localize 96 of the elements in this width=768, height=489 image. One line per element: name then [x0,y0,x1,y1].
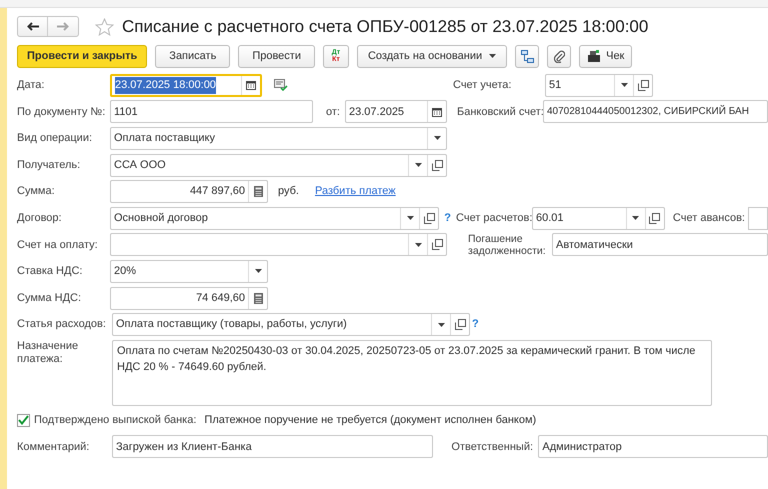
document-check-icon[interactable] [274,79,288,92]
recipient-field[interactable]: ССА ООО [110,154,447,177]
field-label: Вид операции: [17,131,94,146]
dropdown-icon[interactable] [414,242,422,247]
field-value: 74 649,60 [196,290,245,306]
field-label: Сумма НДС: [17,290,82,306]
dropdown-icon[interactable] [438,322,444,327]
checkbox[interactable] [17,414,30,427]
attach-button[interactable] [547,44,572,68]
field-label: Погашение задолженности: [468,232,547,257]
structure-icon [520,50,534,62]
post-and-close-button[interactable]: Провести и закрыть [17,44,148,68]
dropdown-icon[interactable] [632,216,640,220]
cash-register-icon [587,50,602,62]
field-label: Договор: [17,211,63,226]
invoice-field[interactable] [110,233,447,256]
toolbar-button[interactable]: Записать [155,44,230,68]
structure-button[interactable] [515,44,540,68]
amount-field[interactable]: 447 897,60 [110,180,268,204]
open-icon[interactable] [454,319,466,330]
create-based-on-button[interactable]: Создать на основании [356,44,508,68]
open-icon[interactable] [649,212,660,224]
calendar-icon[interactable] [432,106,442,117]
field-label: Банковский счет: [457,104,543,120]
calendar-icon[interactable] [246,80,256,90]
field-value: 60.01 [536,211,564,226]
expense-item-field[interactable]: Оплата поставщику (товары, работы, услуги) [112,313,470,336]
field-value: Оплата поставщику (товары, работы, услуги) [116,317,347,332]
field-value: 1101 [114,104,138,120]
field-value: 20% [114,264,136,280]
paperclip-icon [554,50,565,62]
field-label: По документу №: [17,104,106,120]
field-label: от: [326,104,341,120]
split-payment-link[interactable]: Разбить платеж [314,183,396,200]
dropdown-icon[interactable] [254,269,262,274]
bank-account-field[interactable]: 40702810444050012302, СИБИРСКИЙ БАН [543,100,768,124]
responsible-field[interactable]: Администратор [538,435,768,458]
account-field[interactable]: 51 [545,74,653,97]
calculator-icon[interactable] [254,186,262,198]
receipt-button[interactable]: Чек [579,44,632,68]
currency-label: руб. [278,184,299,200]
open-icon[interactable] [424,212,435,224]
dropdown-icon[interactable] [434,136,440,140]
date-field[interactable]: 23.07.2025 18:00:00 [110,74,262,97]
field-label: Ответственный: [451,440,534,455]
status-note: Платежное поручение не требуется (документ исполнен банком) [204,412,536,428]
field-value: ССА ООО [114,158,166,173]
help-icon[interactable]: ? [472,318,479,330]
field-label: Статья расходов: [17,317,107,332]
open-icon[interactable] [432,239,442,250]
field-label: Счет авансов: [672,211,745,226]
field-value: Администратор [542,440,622,455]
field-value: 447 897,60 [190,184,245,200]
window-title: Списание с расчетного счета ОПБУ-001285 от 23.07.2025 18:00:00 [122,16,648,38]
field-label: Ставка НДС: [17,264,84,280]
dropdown-icon[interactable] [620,83,628,88]
field-value: 23.07.2025 [349,104,404,120]
toolbar-button[interactable]: Провести [238,44,315,68]
field-label: Подтверждено выпиской банка: [34,412,196,428]
calculator-icon[interactable] [254,292,262,304]
field-value: 51 [549,78,562,94]
field-value: Оплата поставщику [114,131,215,146]
field-label: Комментарий: [17,440,90,455]
field-label: Назначение платежа: [17,340,80,367]
dropdown-icon[interactable] [406,216,414,220]
vat-rate-field[interactable]: 20% [110,260,268,283]
field-label: Счет на оплату: [17,238,99,253]
payment-purpose-field[interactable]: Оплата по счетам №20250430-03 от 30.04.2025, 20250723-05 от 23.07.2025 за керамический гранит. В том числе НДС 20 % - 74649.60 рублей. [112,340,712,406]
field-label: Дата: [17,78,46,94]
field-value: 23.07.2025 18:00:00 [115,77,216,94]
field-label: Сумма: [17,184,56,200]
dropdown-icon[interactable] [489,54,496,58]
field-label: Счет учета: [453,78,512,94]
forward-arrow-icon [57,22,69,31]
advance-account-field[interactable] [748,206,768,230]
back-arrow-icon [26,22,38,31]
vat-amount-field[interactable]: 74 649,60 [110,286,268,310]
contract-field[interactable]: Основной договор [110,206,440,230]
field-value: Загружен из Клиент-Банка [116,440,252,455]
star-icon[interactable] [95,18,114,36]
field-label: Счет расчетов: [456,211,532,226]
open-icon[interactable] [638,80,648,91]
operation-type-field[interactable]: Оплата поставщику [110,126,447,150]
open-icon[interactable] [432,160,442,171]
field-value: Автоматически [556,238,633,253]
field-value: Основной договор [114,211,208,226]
repayment-field[interactable]: Автоматически [552,233,768,256]
field-value: 40702810444050012302, СИБИРСКИЙ БАН [547,104,749,120]
help-icon[interactable]: ? [444,212,452,224]
document-number-field[interactable]: 1101 [110,100,313,124]
field-label: Получатель: [17,158,82,173]
settlement-account-field[interactable]: 60.01 [532,206,665,230]
dropdown-icon[interactable] [414,163,422,168]
document-date-field[interactable]: 23.07.2025 [345,100,447,124]
comment-field[interactable]: Загружен из Клиент-Банка [112,435,434,458]
checkmark-icon [18,415,29,426]
